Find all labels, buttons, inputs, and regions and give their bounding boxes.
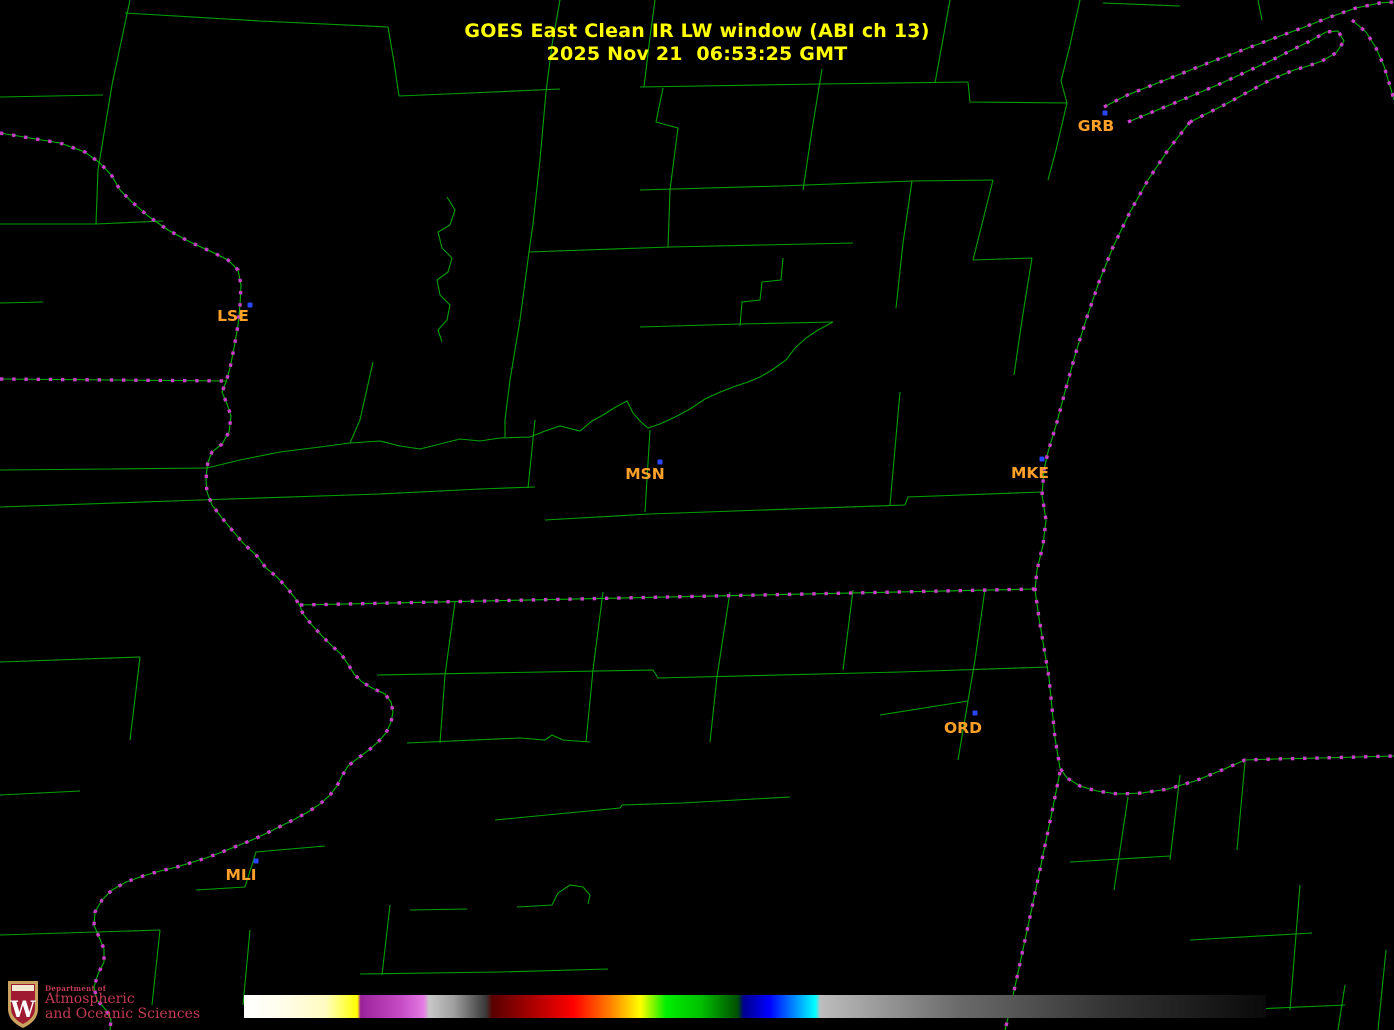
state-boundary-underlines xyxy=(0,1,1394,1030)
county-line xyxy=(0,493,381,508)
temperature-colorbar xyxy=(244,995,1266,1018)
county-line xyxy=(406,734,591,744)
station-label-lse: LSE xyxy=(217,307,249,325)
county-line xyxy=(244,845,326,888)
county-line xyxy=(379,486,536,495)
county-boundary-lines xyxy=(0,0,1387,1030)
county-line xyxy=(842,589,854,671)
county-line xyxy=(528,91,547,253)
county-line xyxy=(0,301,44,304)
station-label-grb: GRB xyxy=(1078,117,1114,135)
station-label-msn: MSN xyxy=(625,465,665,483)
county-line xyxy=(709,591,731,743)
county-line xyxy=(516,884,591,908)
state-border-dotted-lines xyxy=(0,0,1394,1030)
county-line xyxy=(1113,796,1129,891)
state-border-line xyxy=(0,378,228,382)
county-line xyxy=(381,904,391,976)
county-line xyxy=(398,88,561,97)
county-line xyxy=(1257,0,1263,21)
county-line xyxy=(639,321,834,328)
county-line xyxy=(1254,1004,1346,1010)
county-line xyxy=(972,179,994,261)
county-line xyxy=(639,81,969,88)
county-line xyxy=(0,467,208,471)
title-line-2: 2025 Nov 21 06:53:25 GMT xyxy=(546,43,848,65)
county-line xyxy=(376,666,1049,679)
station-dot-grb xyxy=(1102,110,1108,116)
county-line xyxy=(1377,949,1387,1030)
county-line xyxy=(0,929,161,936)
county-line xyxy=(129,656,141,741)
county-line xyxy=(1189,932,1313,941)
county-line xyxy=(436,196,456,343)
county-line xyxy=(889,391,901,506)
county-line xyxy=(802,68,823,191)
county-line xyxy=(0,220,164,225)
county-line xyxy=(904,491,1043,506)
county-line xyxy=(494,796,791,821)
station-dot-mke xyxy=(1039,456,1045,462)
station-markers: LSE GRB MSN MKE ORD MLI xyxy=(217,110,1114,884)
county-line xyxy=(879,700,969,716)
map-canvas: LSE GRB MSN MKE ORD MLI xyxy=(0,0,1394,1030)
uw-crest-icon: W xyxy=(8,981,38,1028)
station-label-mke: MKE xyxy=(1011,464,1049,482)
state-border-line xyxy=(1034,121,1394,795)
county-line xyxy=(1047,102,1068,181)
station-dot-ord xyxy=(972,710,978,716)
county-line xyxy=(544,504,906,521)
state-border-dots xyxy=(1033,120,1394,796)
county-line xyxy=(967,81,1068,104)
county-line xyxy=(1289,884,1301,1011)
county-line xyxy=(972,257,1033,261)
county-line xyxy=(0,656,141,663)
logo-name-line-2: and Oceanic Sciences xyxy=(45,1006,201,1023)
county-line xyxy=(206,321,834,469)
county-line xyxy=(1236,761,1246,851)
county-line xyxy=(349,361,374,444)
county-line xyxy=(1013,257,1033,376)
state-border-dots xyxy=(1003,771,1062,1030)
state-border-line xyxy=(0,132,394,1030)
county-line xyxy=(504,251,530,437)
county-line xyxy=(0,94,104,98)
station-label-ord: ORD xyxy=(944,719,982,737)
county-line xyxy=(739,257,784,327)
station-dot-msn xyxy=(657,459,663,465)
county-line xyxy=(242,929,251,1006)
county-line xyxy=(1069,855,1171,863)
title-line-1: GOES East Clean IR LW window (ABI ch 13) xyxy=(464,20,930,42)
state-border-dots xyxy=(299,587,1036,607)
county-line xyxy=(1102,2,1181,7)
county-line xyxy=(439,601,456,744)
county-line xyxy=(639,179,994,191)
county-line xyxy=(195,886,246,891)
uw-aos-logo: W Department of Atmospheric and Oceanic … xyxy=(7,979,200,1029)
satellite-image-viewport: LSE GRB MSN MKE ORD MLI GOES East Clean IR LW… xyxy=(0,0,1394,1030)
county-line xyxy=(0,790,81,796)
image-title: GOES East Clean IR LW window (ABI ch 13)… xyxy=(0,20,1394,66)
logo-text: Department of Atmospheric and Oceanic Sc… xyxy=(45,985,200,1022)
county-line xyxy=(895,180,913,309)
county-line xyxy=(409,908,468,911)
logo-name-line-1: Atmospheric xyxy=(45,991,135,1008)
crest-monogram: W xyxy=(10,997,36,1023)
county-line xyxy=(585,591,604,743)
station-label-mli: MLI xyxy=(225,866,256,884)
county-line xyxy=(967,588,986,702)
county-line xyxy=(527,419,536,489)
county-line xyxy=(359,968,609,975)
county-line xyxy=(655,87,679,191)
county-line xyxy=(528,242,854,253)
station-dot-mli xyxy=(253,858,259,864)
county-line xyxy=(667,189,671,248)
state-border-dots xyxy=(0,131,395,1030)
county-line xyxy=(1337,984,1346,1030)
